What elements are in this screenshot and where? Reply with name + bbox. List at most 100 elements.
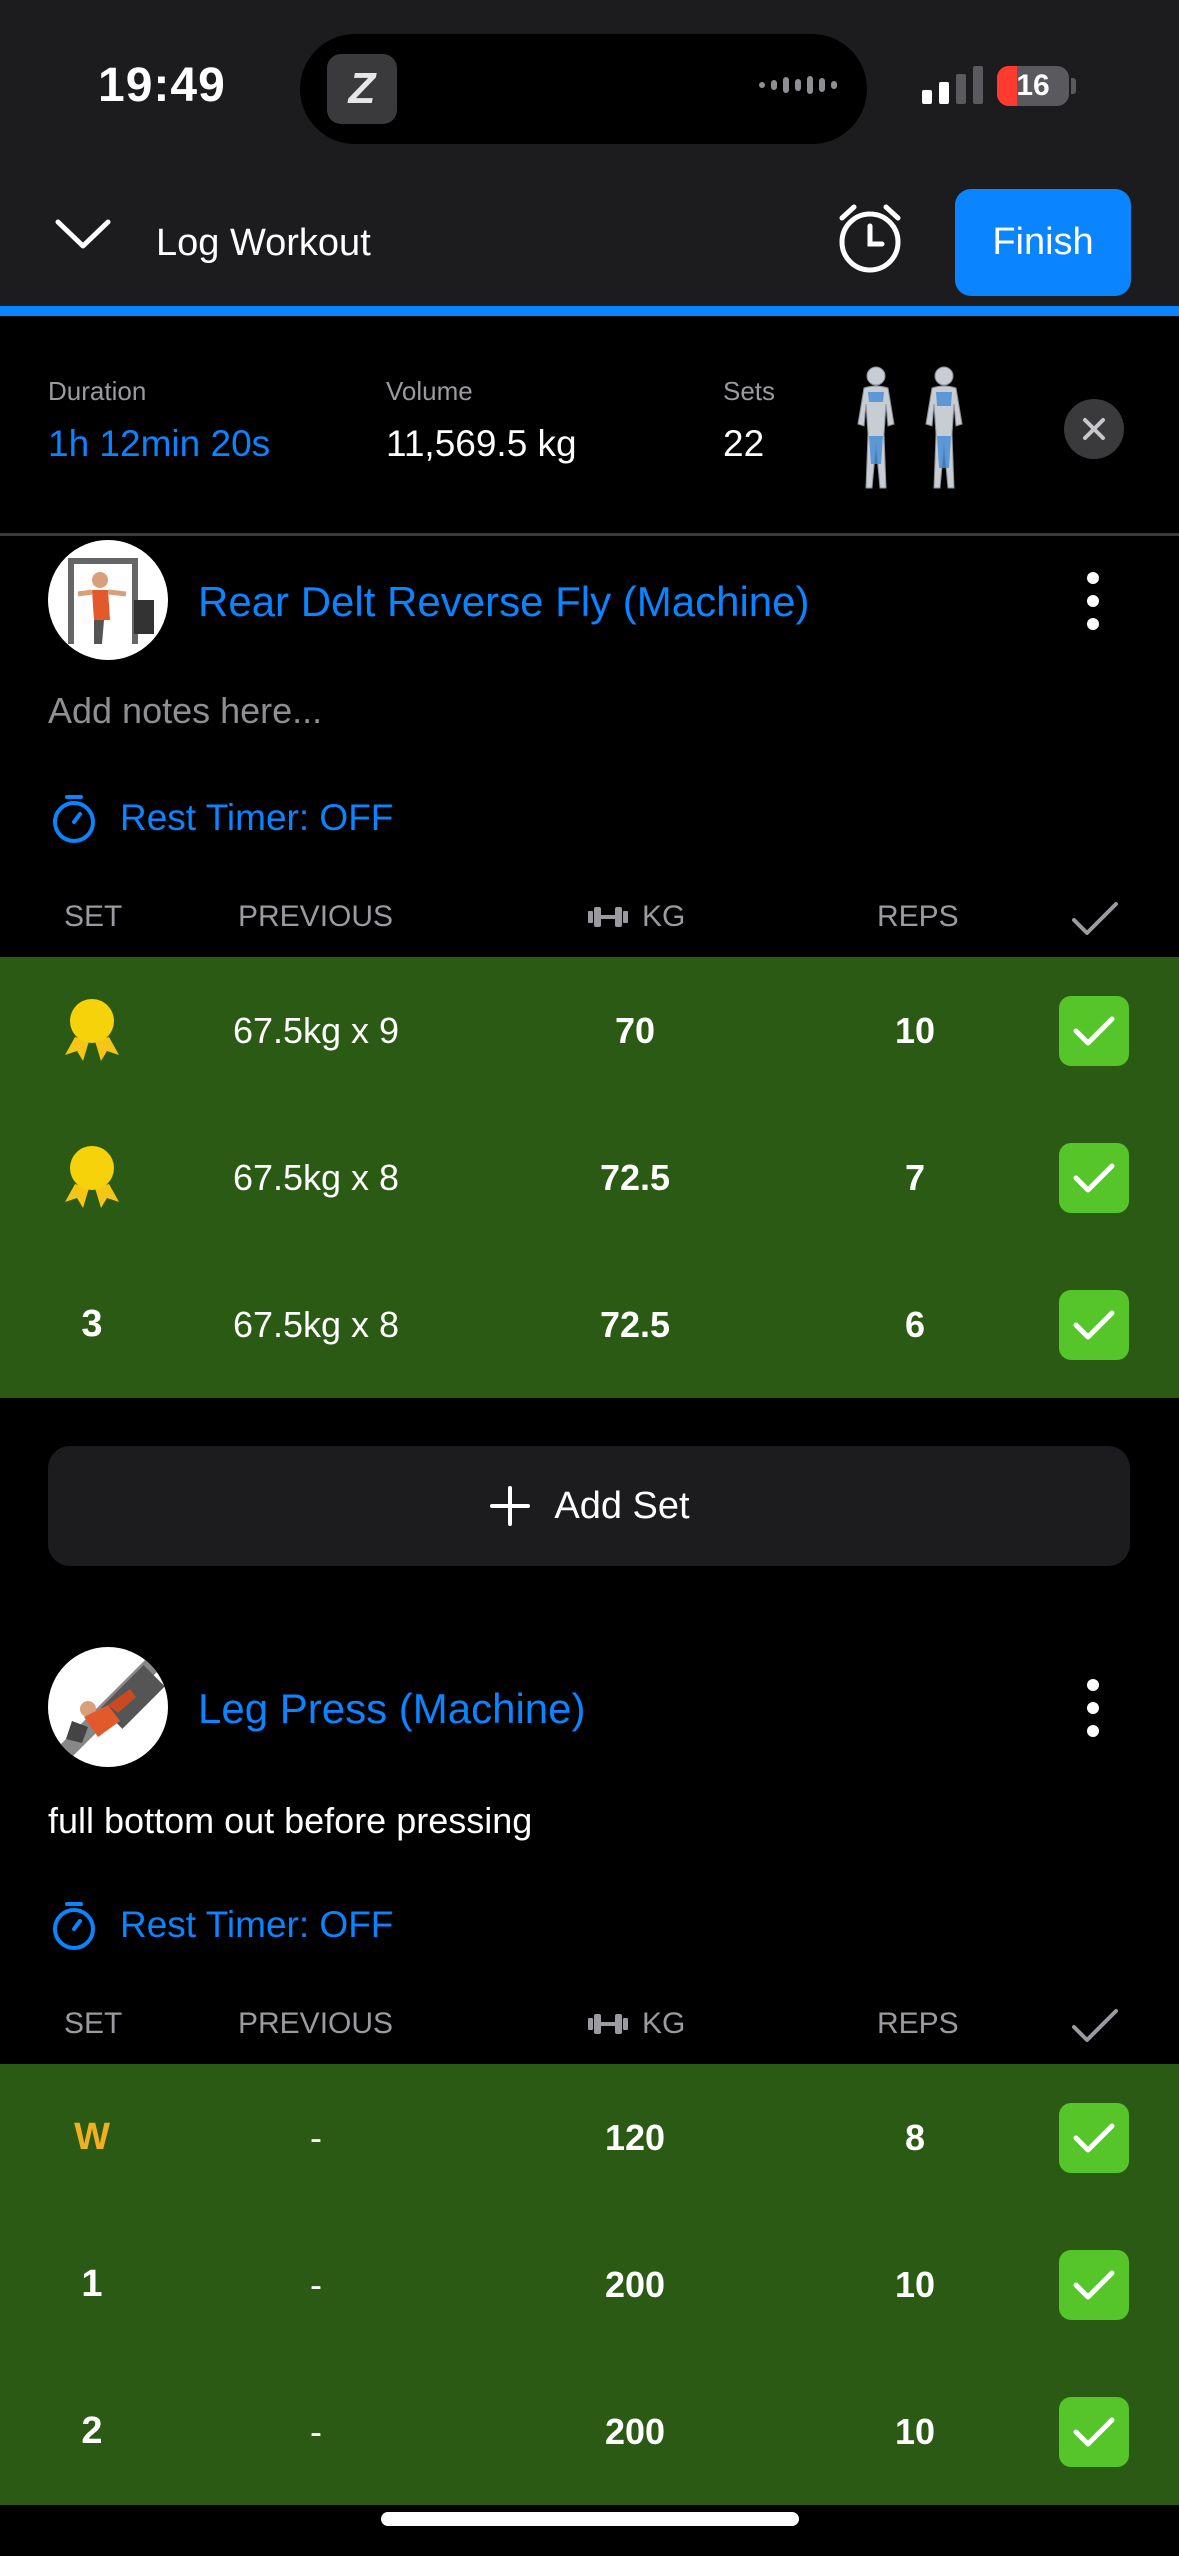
notes-input[interactable]: full bottom out before pressing [48, 1800, 532, 1842]
set-number[interactable]: 3 [42, 1251, 142, 1398]
set-row: 2 - 200 10 [0, 2358, 1179, 2505]
page-title: Log Workout [156, 222, 371, 264]
battery-tip [1071, 78, 1076, 94]
col-previous: PREVIOUS [238, 900, 394, 933]
checkmark-icon [1073, 2270, 1115, 2300]
sets-table-header: SET PREVIOUS KG REPS [0, 888, 1179, 948]
reps-input[interactable]: 6 [840, 1251, 990, 1398]
home-indicator[interactable] [381, 2512, 799, 2526]
duration-label: Duration [48, 376, 147, 406]
workout-summary: Duration 1h 12min 20s Volume 11,569.5 kg… [0, 316, 1179, 536]
checkmark-icon [1073, 1163, 1115, 1193]
kg-input[interactable]: 72.5 [555, 1104, 715, 1251]
rest-timer-label: Rest Timer: OFF [120, 1904, 394, 1945]
finish-button[interactable]: Finish [955, 189, 1131, 296]
col-kg: KG [586, 900, 685, 934]
workout-progress-bar [0, 306, 1179, 316]
complete-set-checkbox[interactable] [1059, 2397, 1129, 2467]
reps-input[interactable]: 10 [840, 957, 990, 1104]
add-set-button[interactable]: Add Set [48, 1446, 1130, 1566]
col-reps: REPS [877, 2007, 959, 2040]
kg-input[interactable]: 200 [555, 2358, 715, 2505]
checkmark-icon [1073, 1016, 1115, 1046]
exercise-thumbnail[interactable] [48, 1647, 168, 1767]
complete-set-checkbox[interactable] [1059, 1290, 1129, 1360]
leg-press-machine-image [58, 1657, 165, 1759]
alarm-clock-icon[interactable] [834, 202, 906, 274]
muscle-map-icon[interactable] [846, 364, 976, 492]
complete-set-checkbox[interactable] [1059, 996, 1129, 1066]
sets-table: W - 120 8 1 - 200 10 2 - 200 10 [0, 2064, 1179, 2505]
previous-value: 67.5kg x 9 [232, 1010, 400, 1051]
complete-set-checkbox[interactable] [1059, 1143, 1129, 1213]
more-options-icon[interactable] [1085, 1677, 1101, 1739]
personal-record-medal-icon [65, 1146, 119, 1208]
workout-header: Log Workout Finish [0, 170, 1179, 306]
plus-icon [490, 1486, 531, 1526]
checkmark-icon [1073, 2123, 1115, 2153]
status-time: 19:49 [98, 59, 226, 112]
previous-value: 67.5kg x 8 [232, 1157, 400, 1198]
duration-value: 1h 12min 20s [48, 423, 271, 464]
rest-timer-toggle[interactable]: Rest Timer: OFF [48, 792, 393, 844]
chevron-down-icon[interactable] [54, 214, 112, 254]
reps-input[interactable]: 10 [840, 2211, 990, 2358]
sets-stat: Sets 22 [723, 376, 775, 465]
exercise-name[interactable]: Rear Delt Reverse Fly (Machine) [198, 578, 810, 626]
col-set: SET [64, 900, 123, 933]
dynamic-island: Z [300, 34, 867, 144]
previous-value: - [310, 2411, 322, 2452]
col-kg-label: KG [642, 900, 686, 933]
kg-input[interactable]: 120 [555, 2064, 715, 2211]
col-kg: KG [586, 2007, 685, 2041]
app-icon: Z [327, 54, 397, 124]
warmup-set-label[interactable]: W [42, 2064, 142, 2211]
checkmark-icon [1073, 2417, 1115, 2447]
previous-value: - [310, 2117, 322, 2158]
battery-icon: 16 [997, 66, 1069, 106]
sets-table-header: SET PREVIOUS KG REPS [0, 1995, 1179, 2055]
set-row: 3 67.5kg x 8 72.5 6 [0, 1251, 1179, 1398]
set-row: W - 120 8 [0, 2064, 1179, 2211]
col-set: SET [64, 2007, 123, 2040]
previous-value: 67.5kg x 8 [232, 1304, 400, 1345]
col-reps: REPS [877, 900, 959, 933]
kg-input[interactable]: 70 [555, 957, 715, 1104]
duration-stat: Duration 1h 12min 20s [48, 376, 270, 465]
checkmark-icon [1073, 1310, 1115, 1340]
sets-label: Sets [723, 376, 776, 406]
personal-record-medal-icon [65, 999, 119, 1061]
checkmark-header-icon [1072, 902, 1118, 935]
battery-level: 16 [1016, 69, 1050, 102]
col-previous: PREVIOUS [238, 2007, 394, 2040]
add-set-label: Add Set [554, 1484, 690, 1527]
set-number[interactable]: 2 [42, 2358, 142, 2505]
more-options-icon[interactable] [1085, 570, 1101, 632]
rest-timer-toggle[interactable]: Rest Timer: OFF [48, 1899, 393, 1951]
volume-label: Volume [386, 376, 473, 406]
exercise-name[interactable]: Leg Press (Machine) [198, 1685, 586, 1733]
kg-input[interactable]: 200 [555, 2211, 715, 2358]
cellular-signal-icon [922, 66, 983, 104]
reps-input[interactable]: 8 [840, 2064, 990, 2211]
kg-input[interactable]: 72.5 [555, 1251, 715, 1398]
complete-set-checkbox[interactable] [1059, 2103, 1129, 2173]
rest-timer-label: Rest Timer: OFF [120, 797, 394, 838]
close-button[interactable] [1064, 399, 1124, 459]
checkmark-header-icon [1072, 2009, 1118, 2042]
complete-set-checkbox[interactable] [1059, 2250, 1129, 2320]
volume-value: 11,569.5 kg [386, 423, 577, 464]
set-row: 67.5kg x 9 70 10 [0, 957, 1179, 1104]
volume-stat: Volume 11,569.5 kg [386, 376, 577, 465]
set-row: 1 - 200 10 [0, 2211, 1179, 2358]
previous-value: - [310, 2264, 322, 2305]
exercise-thumbnail[interactable] [48, 540, 168, 660]
stopwatch-icon [53, 1902, 95, 1950]
reps-input[interactable]: 10 [840, 2358, 990, 2505]
set-number[interactable]: 1 [42, 2211, 142, 2358]
notes-input[interactable]: Add notes here... [48, 690, 322, 732]
dumbbell-icon [588, 2014, 628, 2034]
sets-value: 22 [723, 423, 765, 464]
audio-wave-icon [759, 76, 837, 94]
reps-input[interactable]: 7 [840, 1104, 990, 1251]
